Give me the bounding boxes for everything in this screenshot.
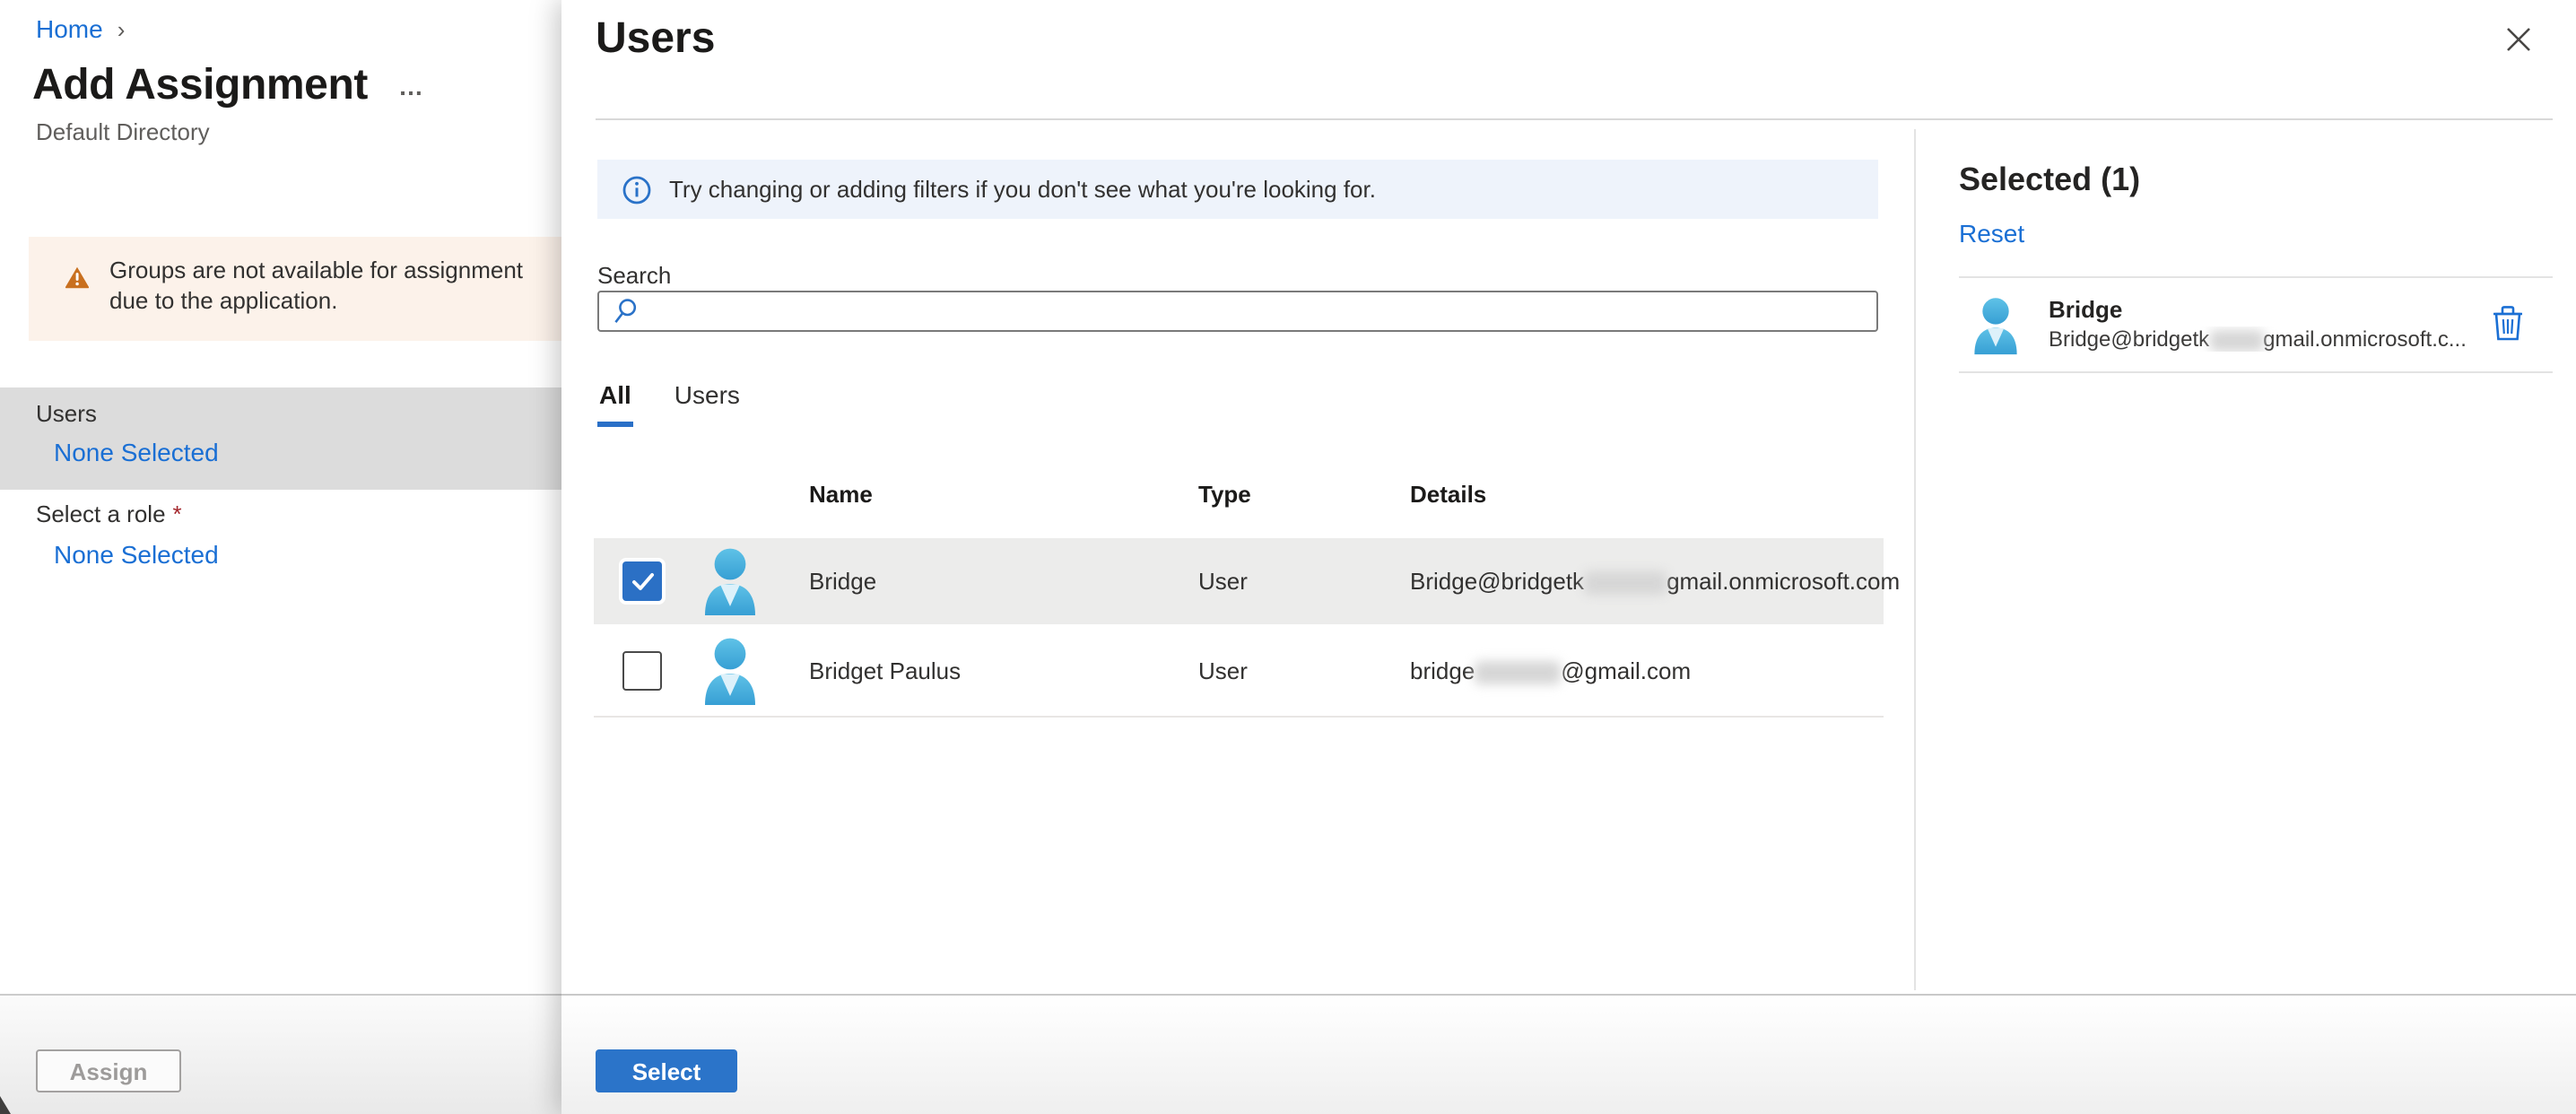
redacted-text bbox=[1475, 660, 1562, 684]
warning-banner: Groups are not available for assignment … bbox=[29, 237, 561, 341]
table-row[interactable]: Bridget Paulus User bridge @gmail.com bbox=[594, 624, 1884, 718]
tab-all[interactable]: All bbox=[597, 380, 633, 427]
blade-footer: Assign bbox=[0, 994, 561, 1114]
tab-users[interactable]: Users bbox=[673, 380, 742, 427]
trash-icon[interactable] bbox=[2488, 303, 2528, 346]
chevron-right-icon: › bbox=[117, 15, 126, 42]
users-field-highlight: Users None Selected bbox=[0, 387, 561, 490]
users-none-selected-link[interactable]: None Selected bbox=[54, 438, 219, 466]
warning-text: Groups are not available for assignment … bbox=[109, 257, 524, 314]
add-assignment-blade: Home › Add Assignment … Default Director… bbox=[0, 0, 561, 1114]
redacted-text bbox=[2209, 329, 2264, 352]
info-icon bbox=[622, 175, 651, 204]
warning-icon bbox=[65, 266, 90, 289]
row-checkbox-checked[interactable] bbox=[622, 561, 662, 601]
redacted-text bbox=[1584, 571, 1667, 596]
page-title: Add Assignment bbox=[32, 61, 368, 109]
divider bbox=[1959, 371, 2553, 373]
row-name: Bridge bbox=[809, 568, 877, 595]
column-header-details: Details bbox=[1410, 481, 1487, 508]
page-subtitle: Default Directory bbox=[36, 118, 210, 145]
vertical-divider bbox=[1914, 129, 1916, 990]
flyout-footer: Select bbox=[561, 994, 2576, 1114]
flyout-title: Users bbox=[596, 14, 716, 63]
filter-tabs: All Users bbox=[597, 380, 742, 427]
row-type: User bbox=[1198, 568, 1248, 595]
close-icon[interactable] bbox=[2499, 20, 2538, 59]
selected-item: Bridge Bridge@bridgetk gmail.onmicrosoft.… bbox=[1959, 283, 2553, 371]
selected-item-name: Bridge bbox=[2049, 296, 2123, 323]
more-options-icon[interactable]: … bbox=[398, 72, 427, 100]
row-details: bridge @gmail.com bbox=[1410, 656, 1692, 684]
users-field-label: Users bbox=[36, 400, 97, 427]
breadcrumb: Home › bbox=[36, 14, 125, 43]
user-avatar-icon bbox=[705, 638, 755, 705]
required-asterisk: * bbox=[172, 500, 182, 527]
info-banner: Try changing or adding filters if you do… bbox=[597, 160, 1878, 219]
assign-button[interactable]: Assign bbox=[36, 1049, 181, 1092]
role-none-selected-link[interactable]: None Selected bbox=[54, 540, 219, 569]
table-row[interactable]: Bridge User Bridge@bridgetk gmail.onmicro… bbox=[594, 538, 1900, 624]
title-divider bbox=[596, 118, 2553, 120]
search-box bbox=[597, 291, 1878, 332]
users-picker-flyout: Users Try changing or adding filters if … bbox=[561, 0, 2576, 1114]
search-icon bbox=[614, 299, 637, 323]
column-header-type: Type bbox=[1198, 481, 1251, 508]
row-type: User bbox=[1198, 657, 1248, 683]
info-banner-text: Try changing or adding filters if you do… bbox=[669, 176, 1376, 203]
select-button[interactable]: Select bbox=[596, 1049, 737, 1092]
search-label: Search bbox=[597, 262, 672, 289]
column-header-name: Name bbox=[809, 481, 873, 508]
row-checkbox-unchecked[interactable] bbox=[622, 650, 662, 690]
search-input[interactable] bbox=[649, 292, 1876, 330]
row-name: Bridget Paulus bbox=[809, 657, 962, 683]
reset-link[interactable]: Reset bbox=[1959, 219, 2024, 248]
divider bbox=[1959, 276, 2553, 278]
user-avatar-icon bbox=[1974, 298, 2017, 355]
breadcrumb-home-link[interactable]: Home bbox=[36, 14, 103, 43]
row-details: Bridge@bridgetk gmail.onmicrosoft.com bbox=[1410, 567, 1901, 596]
selected-item-email: Bridge@bridgetk gmail.onmicrosoft.c... bbox=[2049, 326, 2467, 352]
role-field-label: Select a role * bbox=[36, 500, 182, 527]
selected-panel-title: Selected (1) bbox=[1959, 161, 2141, 197]
screen: Home › Add Assignment … Default Director… bbox=[0, 0, 2576, 1114]
user-avatar-icon bbox=[705, 548, 755, 615]
